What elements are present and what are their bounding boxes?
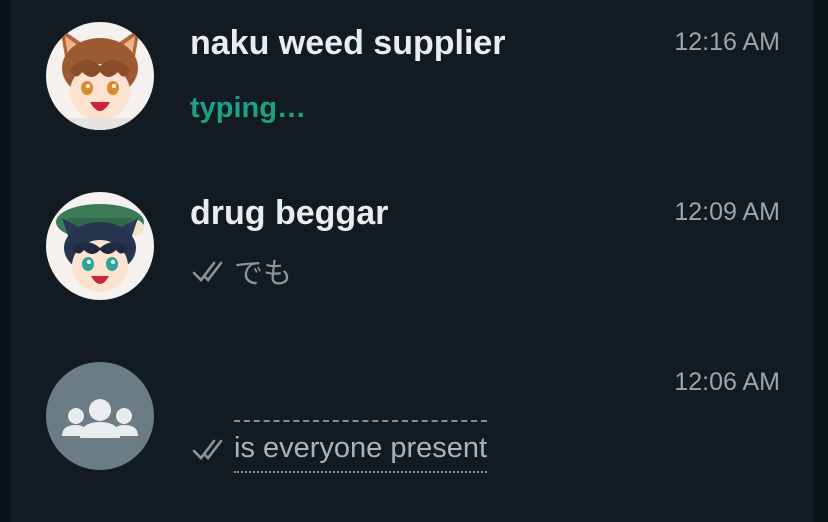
chat-list-item[interactable]: naku weed supplier 12:16 AM typing… bbox=[10, 0, 814, 160]
screen-edge-left bbox=[0, 0, 10, 522]
chat-name: naku weed supplier bbox=[190, 24, 506, 62]
anime-green-hat-avatar-icon bbox=[46, 192, 154, 300]
chat-name: drug beggar bbox=[190, 194, 389, 232]
chat-preview: is everyone present bbox=[190, 420, 488, 473]
chat-timestamp: 12:16 AM bbox=[674, 28, 780, 56]
chat-timestamp: 12:06 AM bbox=[674, 368, 780, 396]
avatar[interactable] bbox=[46, 192, 154, 300]
message-text: is everyone present bbox=[234, 420, 488, 473]
group-icon bbox=[62, 399, 138, 438]
message-text-content: is everyone present bbox=[234, 432, 488, 464]
anime-fox-avatar-icon bbox=[46, 22, 154, 130]
chat-preview: でも bbox=[190, 250, 292, 292]
double-check-icon bbox=[192, 261, 223, 282]
message-text: でも bbox=[234, 258, 293, 290]
avatar[interactable] bbox=[46, 22, 154, 130]
chat-list-item[interactable]: 12:06 AM is everyone present bbox=[10, 340, 814, 500]
chat-timestamp: 12:09 AM bbox=[674, 198, 780, 226]
chat-list-item[interactable]: drug beggar 12:09 AM でも bbox=[10, 170, 814, 330]
chat-preview: typing… bbox=[190, 92, 306, 125]
double-check-icon bbox=[192, 439, 223, 460]
screen-edge-right bbox=[814, 0, 828, 522]
typing-indicator: typing… bbox=[190, 92, 306, 124]
glitch-marks-top bbox=[234, 420, 488, 432]
avatar[interactable] bbox=[46, 362, 154, 470]
glitch-marks-bottom bbox=[234, 465, 488, 473]
